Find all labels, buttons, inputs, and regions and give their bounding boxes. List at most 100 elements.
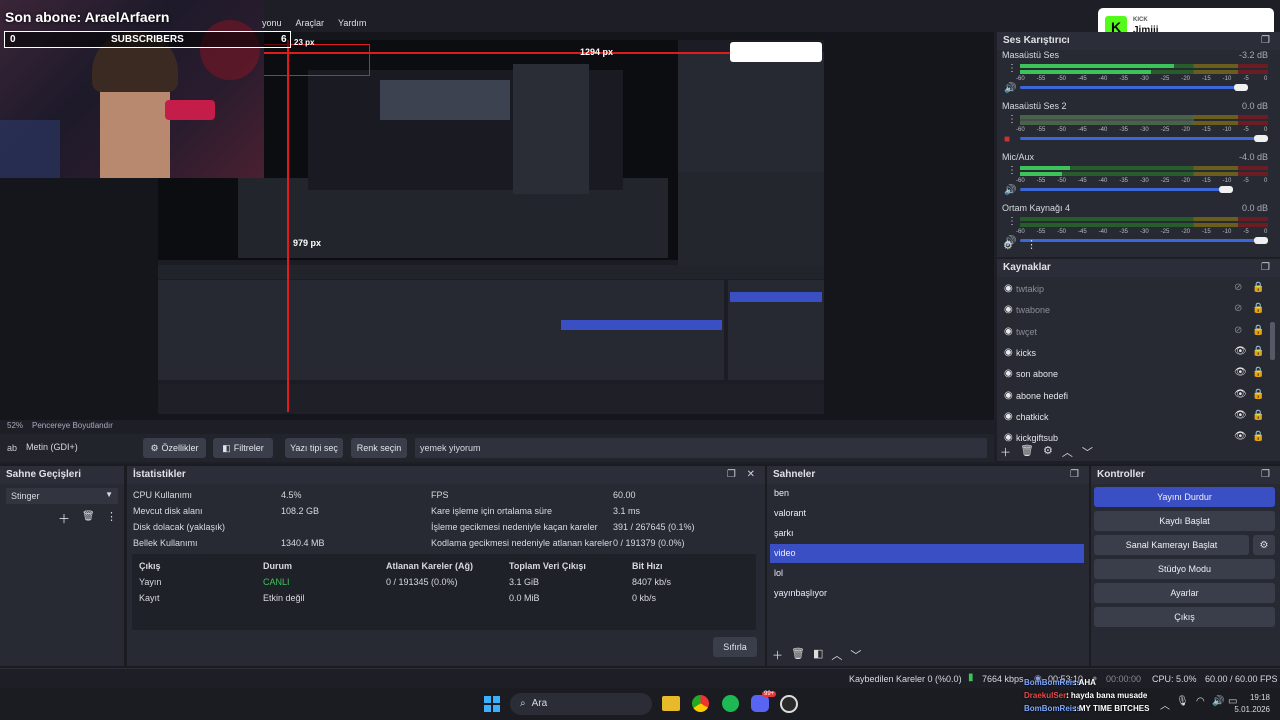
control-button[interactable]: Ayarlar [1094, 583, 1275, 603]
clock-time[interactable]: 19:18 [1244, 693, 1270, 702]
transition-menu-icon[interactable]: ⋮ [106, 510, 117, 523]
file-explorer-icon[interactable] [662, 696, 680, 711]
undock-icon[interactable]: ❐ [1261, 262, 1274, 273]
undock-icon[interactable]: ❐ [1261, 35, 1274, 46]
source-row[interactable]: ◉ abone hedefi 👁 🔒 [1000, 387, 1270, 407]
volume-icon[interactable]: 🔊 [1212, 696, 1224, 707]
font-select-button[interactable]: Yazı tipi seç [285, 438, 343, 458]
volume-slider-knob[interactable] [1254, 237, 1268, 244]
scene-item[interactable]: yayınbaşlıyor [770, 584, 1084, 603]
volume-slider-knob[interactable] [1254, 135, 1268, 142]
lock-icon[interactable]: 🔒 [1252, 367, 1264, 378]
volume-slider[interactable] [1020, 239, 1268, 242]
lock-icon[interactable]: 🔒 [1252, 325, 1264, 336]
source-row[interactable]: ◉ chatkick 👁 🔒 [1000, 408, 1270, 428]
control-button[interactable]: Stüdyo Modu [1094, 559, 1275, 579]
menu-item-tools[interactable]: Araçlar [296, 18, 325, 30]
lock-icon[interactable]: 🔒 [1252, 431, 1264, 442]
channel-menu-icon[interactable]: ⋮ [1007, 216, 1017, 227]
virtual-cam-settings-icon[interactable]: ⚙ [1253, 535, 1275, 555]
zoom-fit-label[interactable]: Pencereye Boyutlandır [32, 421, 113, 430]
wifi-icon[interactable]: ◠ [1196, 696, 1205, 707]
add-scene-icon[interactable]: ＋ [772, 647, 783, 663]
mixer-menu-icon[interactable]: ⋮ [1026, 238, 1037, 251]
reset-stats-button[interactable]: Sıfırla [713, 637, 757, 657]
lock-icon[interactable]: 🔒 [1252, 346, 1264, 357]
mixer-tick-label: -25 [1160, 127, 1170, 133]
scene-item[interactable]: video [770, 544, 1084, 563]
move-down-icon[interactable]: ﹀ [1082, 444, 1093, 460]
volume-slider-knob[interactable] [1234, 84, 1249, 91]
menu-item-view[interactable]: yonu [262, 18, 282, 30]
properties-button[interactable]: ⚙ Özellikler [143, 438, 206, 458]
lock-icon[interactable]: 🔒 [1252, 303, 1264, 314]
sources-scrollbar[interactable] [1270, 322, 1275, 360]
move-up-icon[interactable]: ︿ [1062, 444, 1073, 460]
eye-icon[interactable]: 👁 [1234, 431, 1247, 442]
source-row[interactable]: ◉ twçet ⊘ 🔒 [1000, 323, 1270, 343]
taskbar-search[interactable]: ⌕ Ara [510, 693, 652, 715]
eye-icon[interactable]: 👁 [1234, 389, 1247, 400]
mixer-tick-label: -10 [1222, 76, 1232, 82]
text-input[interactable]: yemek yiyorum [415, 438, 987, 458]
undock-close-icons[interactable]: ❐ ✕ [727, 469, 759, 480]
spotify-icon[interactable] [722, 695, 739, 712]
undock-icon[interactable]: ❐ [1261, 469, 1274, 480]
scene-item[interactable]: şarkı [770, 524, 1084, 543]
eye-hidden-icon[interactable]: ⊘ [1234, 282, 1242, 293]
scene-filter-icon[interactable]: ◧ [813, 647, 823, 663]
remove-transition-icon[interactable]: 🗑 [82, 511, 95, 522]
control-button[interactable]: Çıkış [1094, 607, 1275, 627]
channel-menu-icon[interactable]: ⋮ [1007, 63, 1017, 74]
speaker-icon[interactable]: 🔊 [1004, 185, 1016, 196]
lock-icon[interactable]: 🔒 [1252, 389, 1264, 400]
mixer-gear-icon[interactable]: ⚙ [1003, 239, 1013, 252]
speaker-icon[interactable]: 🔊 [1004, 83, 1016, 94]
eye-hidden-icon[interactable]: ⊘ [1234, 325, 1242, 336]
lock-icon[interactable]: 🔒 [1252, 410, 1264, 421]
chrome-icon[interactable] [692, 695, 709, 712]
add-transition-icon[interactable]: ＋ [58, 510, 70, 527]
stat-value: 391 / 267645 (0.1%) [613, 522, 695, 532]
eye-hidden-icon[interactable]: ⊘ [1234, 303, 1242, 314]
control-button[interactable]: Yayını Durdur [1094, 487, 1275, 507]
eye-icon[interactable]: 👁 [1234, 367, 1247, 378]
control-button[interactable]: Sanal Kamerayı Başlat [1094, 535, 1249, 555]
mic-icon[interactable]: 🎙 [1176, 696, 1189, 707]
transition-select[interactable]: Stinger ▼ [6, 488, 118, 504]
volume-slider[interactable] [1020, 86, 1249, 89]
muted-speaker-icon[interactable]: ■ [1004, 134, 1010, 145]
color-select-button[interactable]: Renk seçin [351, 438, 407, 458]
filters-button[interactable]: ◧ Filtreler [213, 438, 273, 458]
lock-icon[interactable]: 🔒 [1252, 282, 1264, 293]
undock-icon[interactable]: ❐ [1070, 469, 1083, 480]
obs-icon[interactable] [780, 695, 798, 713]
scene-item[interactable]: ben [770, 484, 1084, 503]
scene-item[interactable]: lol [770, 564, 1084, 583]
chevron-up-icon[interactable]: ︿ [1160, 697, 1170, 712]
channel-menu-icon[interactable]: ⋮ [1007, 165, 1017, 176]
discord-icon[interactable] [751, 695, 769, 712]
volume-slider-knob[interactable] [1219, 186, 1234, 193]
eye-icon[interactable]: 👁 [1234, 410, 1247, 421]
volume-slider[interactable] [1020, 188, 1234, 191]
source-settings-icon[interactable]: ⚙ [1043, 444, 1053, 460]
remove-source-icon[interactable]: 🗑 [1020, 444, 1034, 460]
scene-down-icon[interactable]: ﹀ [850, 647, 861, 663]
control-button[interactable]: Kaydı Başlat [1094, 511, 1275, 531]
source-row[interactable]: ◉ twabone ⊘ 🔒 [1000, 301, 1270, 321]
remove-scene-icon[interactable]: 🗑 [791, 647, 805, 663]
source-row[interactable]: ◉ twtakip ⊘ 🔒 [1000, 280, 1270, 300]
clock-date[interactable]: 5.01.2026 [1225, 705, 1270, 714]
source-row[interactable]: ◉ son abone 👁 🔒 [1000, 365, 1270, 385]
windows-start-icon[interactable] [484, 696, 500, 712]
add-source-icon[interactable]: ＋ [1000, 444, 1011, 460]
source-row[interactable]: ◉ kicks 👁 🔒 [1000, 344, 1270, 364]
eye-icon[interactable]: 👁 [1234, 346, 1247, 357]
scene-item[interactable]: valorant [770, 504, 1084, 523]
source-name: Metin (GDI+) [26, 442, 78, 452]
channel-menu-icon[interactable]: ⋮ [1007, 114, 1017, 125]
menu-item-help[interactable]: Yardım [338, 18, 366, 30]
scene-up-icon[interactable]: ︿ [831, 647, 842, 663]
volume-slider[interactable] [1020, 137, 1268, 140]
